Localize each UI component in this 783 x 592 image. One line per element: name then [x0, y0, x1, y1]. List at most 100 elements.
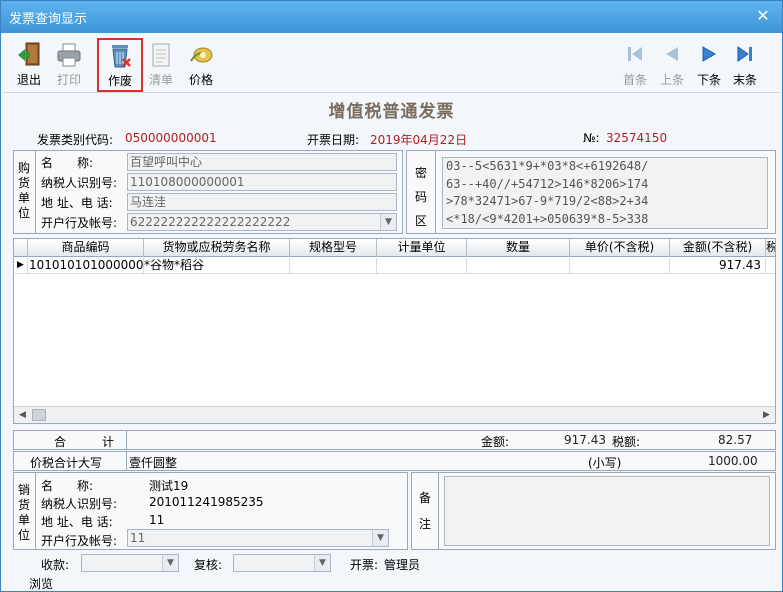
cipher-divider	[435, 150, 436, 234]
seller-name-label: 名 称:	[41, 479, 94, 493]
items-grid-header: 商品编码 货物或应税劳务名称 规格型号 计量单位 数量 单价(不含税) 金额(不…	[14, 239, 775, 257]
seller-address-label: 地 址、电 话:	[41, 515, 113, 529]
next-record-icon	[702, 46, 716, 62]
buyer-section-label: 购货单位	[17, 161, 30, 220]
buyer-divider	[35, 150, 36, 234]
seller-address-value: 11	[149, 513, 165, 527]
buyer-bank-combo[interactable]: 622222222222222222222 ▼	[127, 213, 397, 231]
issuer-value: 管理员	[384, 558, 421, 572]
col-header-qty[interactable]: 数量	[467, 239, 570, 257]
cell-price[interactable]	[570, 258, 670, 274]
buyer-taxid-label: 纳税人识别号:	[41, 176, 118, 190]
cell-name[interactable]: *谷物*稻谷	[144, 258, 290, 274]
chevron-down-icon[interactable]: ▼	[314, 555, 330, 571]
exit-button[interactable]: 退出	[9, 39, 49, 89]
scroll-right-icon[interactable]: ▶	[758, 407, 775, 423]
void-button-label: 作废	[107, 74, 132, 88]
exit-door-icon	[18, 42, 40, 66]
previous-record-button[interactable]: 上条	[652, 39, 692, 89]
scroll-left-icon[interactable]: ◀	[14, 407, 31, 423]
price-button[interactable]: 价格	[181, 39, 221, 89]
exit-button-label: 退出	[16, 73, 41, 87]
seller-bank-label: 开户行及帐号:	[41, 534, 118, 548]
buyer-address-field[interactable]: 马连洼	[127, 193, 397, 211]
previous-record-icon	[666, 47, 678, 61]
col-header-price[interactable]: 单价(不含税)	[570, 239, 670, 257]
invoice-number-value: 32574150	[606, 131, 668, 145]
status-bar: 浏览	[1, 572, 782, 592]
last-record-button[interactable]: 末条	[725, 39, 765, 89]
total-caps-divider	[126, 452, 127, 470]
toolbar: 退出 打印 作废 清单 价格 首条 上条 下条 末条	[3, 35, 780, 93]
buyer-bank-label: 开户行及帐号:	[41, 216, 118, 230]
remarks-divider	[438, 472, 439, 550]
cell-spec[interactable]	[290, 258, 377, 274]
col-header-unit[interactable]: 计量单位	[377, 239, 467, 257]
window-title: 发票查询显示	[9, 12, 88, 27]
printer-icon	[57, 43, 81, 67]
seller-taxid-value: 201011241985235	[149, 495, 264, 509]
total-caps-value: 壹仟圆整	[129, 456, 178, 470]
reviewer-label: 复核:	[194, 558, 223, 572]
list-document-icon	[152, 43, 170, 67]
table-row[interactable]: ▶ 1010101010000000000 *谷物*稻谷 917.43	[14, 258, 775, 274]
chevron-down-icon[interactable]: ▼	[380, 214, 396, 230]
col-header-tax[interactable]: 税	[766, 239, 775, 257]
total-caps-row: 价税合计大写 壹仟圆整 (小写) 1000.00	[13, 451, 776, 471]
col-header-amount[interactable]: 金额(不含税)	[670, 239, 766, 257]
totals-tax-label: 税额:	[612, 435, 641, 449]
seller-bank-combo[interactable]: 11 ▼	[127, 529, 389, 547]
row-indicator-icon: ▶	[14, 258, 28, 274]
seller-bank-value: 11	[130, 531, 146, 545]
horizontal-scrollbar[interactable]: ◀ ▶	[14, 406, 775, 423]
type-code-value: 050000000001	[125, 131, 217, 145]
cell-amount[interactable]: 917.43	[670, 258, 766, 274]
invoice-query-window: 发票查询显示 ✕ 退出 打印 作废 清单 价格 首条 上条 下条 末条 增值税普…	[0, 0, 783, 592]
status-text: 浏览	[29, 577, 54, 591]
reviewer-combo[interactable]: ▼	[233, 554, 331, 572]
invoice-number-label: №:	[583, 131, 600, 145]
issuer-label: 开票:	[350, 558, 379, 572]
totals-label: 合 计	[54, 435, 115, 449]
col-header-spec[interactable]: 规格型号	[290, 239, 377, 257]
row-indicator-header	[14, 239, 28, 257]
remarks-field[interactable]	[444, 476, 770, 546]
first-record-label: 首条	[622, 73, 647, 87]
cell-code[interactable]: 1010101010000000000	[28, 258, 144, 274]
date-label: 开票日期:	[307, 133, 360, 147]
first-record-icon	[628, 47, 642, 61]
cell-unit[interactable]	[377, 258, 467, 274]
cell-qty[interactable]	[467, 258, 570, 274]
last-record-icon	[737, 46, 752, 62]
invoice-title: 增值税普通发票	[328, 102, 455, 122]
close-icon[interactable]: ✕	[752, 6, 774, 26]
total-caps-label: 价税合计大写	[30, 456, 103, 470]
total-small-label: (小写)	[588, 456, 622, 470]
col-header-name[interactable]: 货物或应税劳务名称	[144, 239, 290, 257]
col-header-code[interactable]: 商品编码	[28, 239, 144, 257]
payee-label: 收款:	[41, 558, 70, 572]
totals-row: 合 计 金额: 917.43 税额: 82.57	[13, 430, 776, 450]
previous-record-label: 上条	[659, 73, 684, 87]
chevron-down-icon[interactable]: ▼	[162, 555, 178, 571]
seller-divider	[35, 472, 36, 550]
date-value: 2019年04月22日	[370, 133, 468, 147]
buyer-name-field[interactable]: 百望呼叫中心	[127, 153, 397, 171]
type-code-label: 发票类别代码:	[37, 133, 114, 147]
seller-taxid-label: 纳税人识别号:	[41, 497, 118, 511]
buyer-name-label: 名 称:	[41, 156, 94, 170]
first-record-button[interactable]: 首条	[615, 39, 655, 89]
price-tag-icon	[190, 47, 213, 63]
void-button[interactable]: 作废	[97, 38, 143, 92]
seller-name-value: 测试19	[149, 479, 189, 493]
print-button[interactable]: 打印	[49, 39, 89, 89]
buyer-taxid-field[interactable]: 110108000000001	[127, 173, 397, 191]
trash-void-icon	[112, 45, 131, 68]
list-button[interactable]: 清单	[141, 39, 181, 89]
scroll-thumb[interactable]	[32, 409, 46, 421]
next-record-button[interactable]: 下条	[689, 39, 729, 89]
payee-combo[interactable]: ▼	[81, 554, 179, 572]
items-grid: 商品编码 货物或应税劳务名称 规格型号 计量单位 数量 单价(不含税) 金额(不…	[13, 238, 776, 424]
totals-tax-value: 82.57	[718, 433, 753, 447]
chevron-down-icon[interactable]: ▼	[372, 530, 388, 546]
